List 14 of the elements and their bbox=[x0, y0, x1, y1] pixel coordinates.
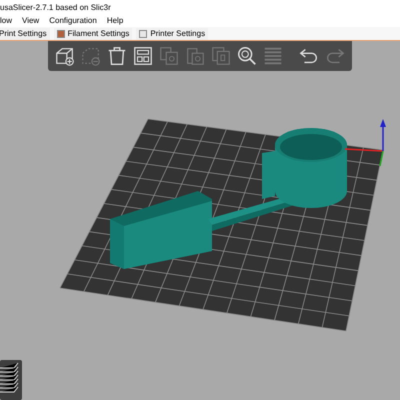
add-object-icon[interactable] bbox=[54, 45, 76, 67]
menu-item[interactable]: Help bbox=[106, 16, 124, 25]
settings-tab[interactable]: Print Settings bbox=[0, 28, 50, 40]
menu-item[interactable]: Configuration bbox=[49, 16, 97, 25]
trash-icon[interactable] bbox=[106, 45, 128, 67]
settings-tab[interactable]: Filament Settings bbox=[54, 28, 132, 40]
window-title: usaSlicer-2.7.1 based on Slic3r bbox=[0, 2, 111, 12]
menu-item[interactable]: low bbox=[0, 16, 12, 25]
layers-stack-icon[interactable] bbox=[0, 360, 22, 400]
arrange-icon[interactable] bbox=[132, 45, 154, 67]
search-icon[interactable] bbox=[236, 45, 258, 67]
axes-drawing bbox=[344, 119, 386, 166]
menu-item[interactable]: View bbox=[22, 16, 40, 25]
settings-tab[interactable]: Printer Settings bbox=[136, 28, 208, 40]
